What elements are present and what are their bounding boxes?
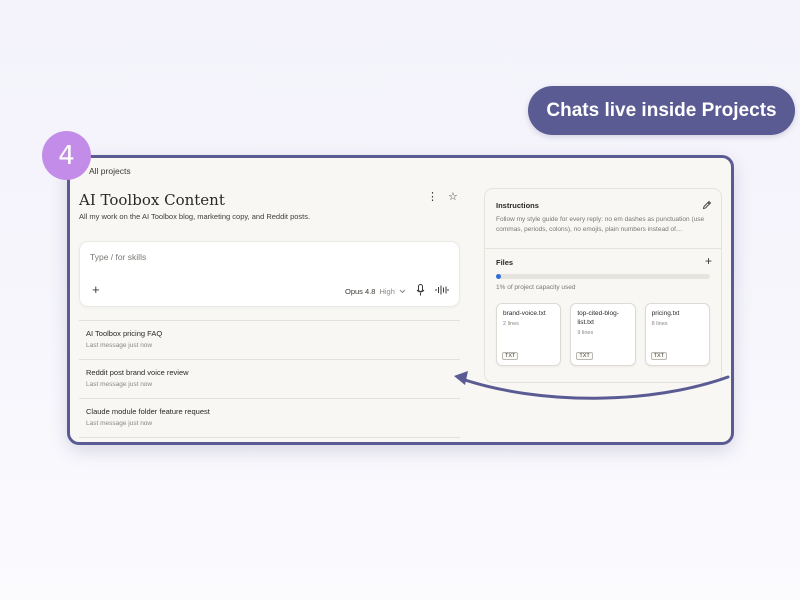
- chat-list-item[interactable]: AI Toolbox pricing FAQ Last message just…: [79, 320, 460, 359]
- more-options-icon[interactable]: ⋮: [427, 190, 438, 203]
- files-section: Files + 1% of project capacity used bran…: [485, 249, 721, 366]
- chat-timestamp: Last message just now: [86, 420, 153, 427]
- instructions-text: Follow my style guide for every reply: n…: [496, 216, 705, 233]
- file-type-badge: TXT: [576, 352, 593, 360]
- file-line-count: 2 lines: [503, 321, 519, 327]
- file-line-count: 8 lines: [651, 321, 668, 327]
- model-selector[interactable]: Opus 4.8 High: [345, 287, 406, 296]
- capacity-bar: [496, 274, 710, 279]
- chat-title: AI Toolbox pricing FAQ: [86, 329, 163, 338]
- chat-list-item[interactable]: Reddit post brand voice review Last mess…: [79, 359, 460, 398]
- project-description: All my work on the AI Toolbox blog, mark…: [79, 212, 311, 221]
- chat-title: Claude module folder feature request: [86, 407, 210, 416]
- chat-list-item[interactable]: Claude module folder feature request Las…: [79, 398, 460, 437]
- capacity-bar-fill: [496, 274, 502, 279]
- chat-timestamp: Last message just now: [86, 381, 153, 388]
- file-card[interactable]: pricing.txt 8 lines TXT: [644, 303, 710, 366]
- voice-mode-icon[interactable]: [435, 285, 449, 295]
- list-divider: [79, 437, 460, 438]
- project-title: AI Toolbox Content: [79, 191, 225, 209]
- edit-pencil-icon[interactable]: [702, 200, 712, 210]
- effort-level: High: [379, 287, 395, 296]
- star-icon[interactable]: ☆: [448, 190, 458, 203]
- project-actions: ⋮ ☆: [427, 190, 458, 203]
- model-name: Opus 4.8: [345, 287, 376, 296]
- project-side-panel: Instructions Follow my style guide for e…: [484, 188, 722, 383]
- chat-timestamp: Last message just now: [86, 342, 153, 349]
- file-name: pricing.txt: [651, 310, 680, 317]
- file-cards: brand-voice.txt 2 lines TXT top-cited-bl…: [496, 303, 710, 366]
- step-number-badge: 4: [42, 131, 91, 180]
- file-name: top-cited-blog-list.txt: [577, 310, 619, 326]
- file-card[interactable]: brand-voice.txt 2 lines TXT: [496, 303, 562, 366]
- message-input[interactable]: [90, 252, 390, 262]
- file-type-badge: TXT: [650, 352, 668, 360]
- file-name: brand-voice.txt: [503, 310, 546, 317]
- callout-banner: Chats live inside Projects: [528, 86, 795, 135]
- project-window: All projects AI Toolbox Content All my w…: [67, 155, 734, 445]
- chat-title: Reddit post brand voice review: [86, 368, 189, 377]
- add-file-button[interactable]: +: [705, 254, 712, 268]
- all-projects-link[interactable]: All projects: [89, 166, 131, 176]
- chat-composer: + Opus 4.8 High: [79, 241, 460, 307]
- file-type-badge: TXT: [502, 352, 519, 360]
- instructions-title: Instructions: [496, 201, 539, 210]
- instructions-section[interactable]: Instructions Follow my style guide for e…: [485, 189, 721, 249]
- file-card[interactable]: top-cited-blog-list.txt 9 lines TXT: [570, 303, 636, 366]
- chevron-down-icon: [399, 289, 406, 294]
- add-attachment-button[interactable]: +: [92, 282, 100, 297]
- microphone-icon[interactable]: [416, 284, 425, 296]
- capacity-text: 1% of project capacity used: [496, 284, 576, 291]
- files-title: Files: [496, 258, 514, 267]
- chat-list: AI Toolbox pricing FAQ Last message just…: [79, 320, 460, 438]
- file-line-count: 9 lines: [577, 330, 594, 336]
